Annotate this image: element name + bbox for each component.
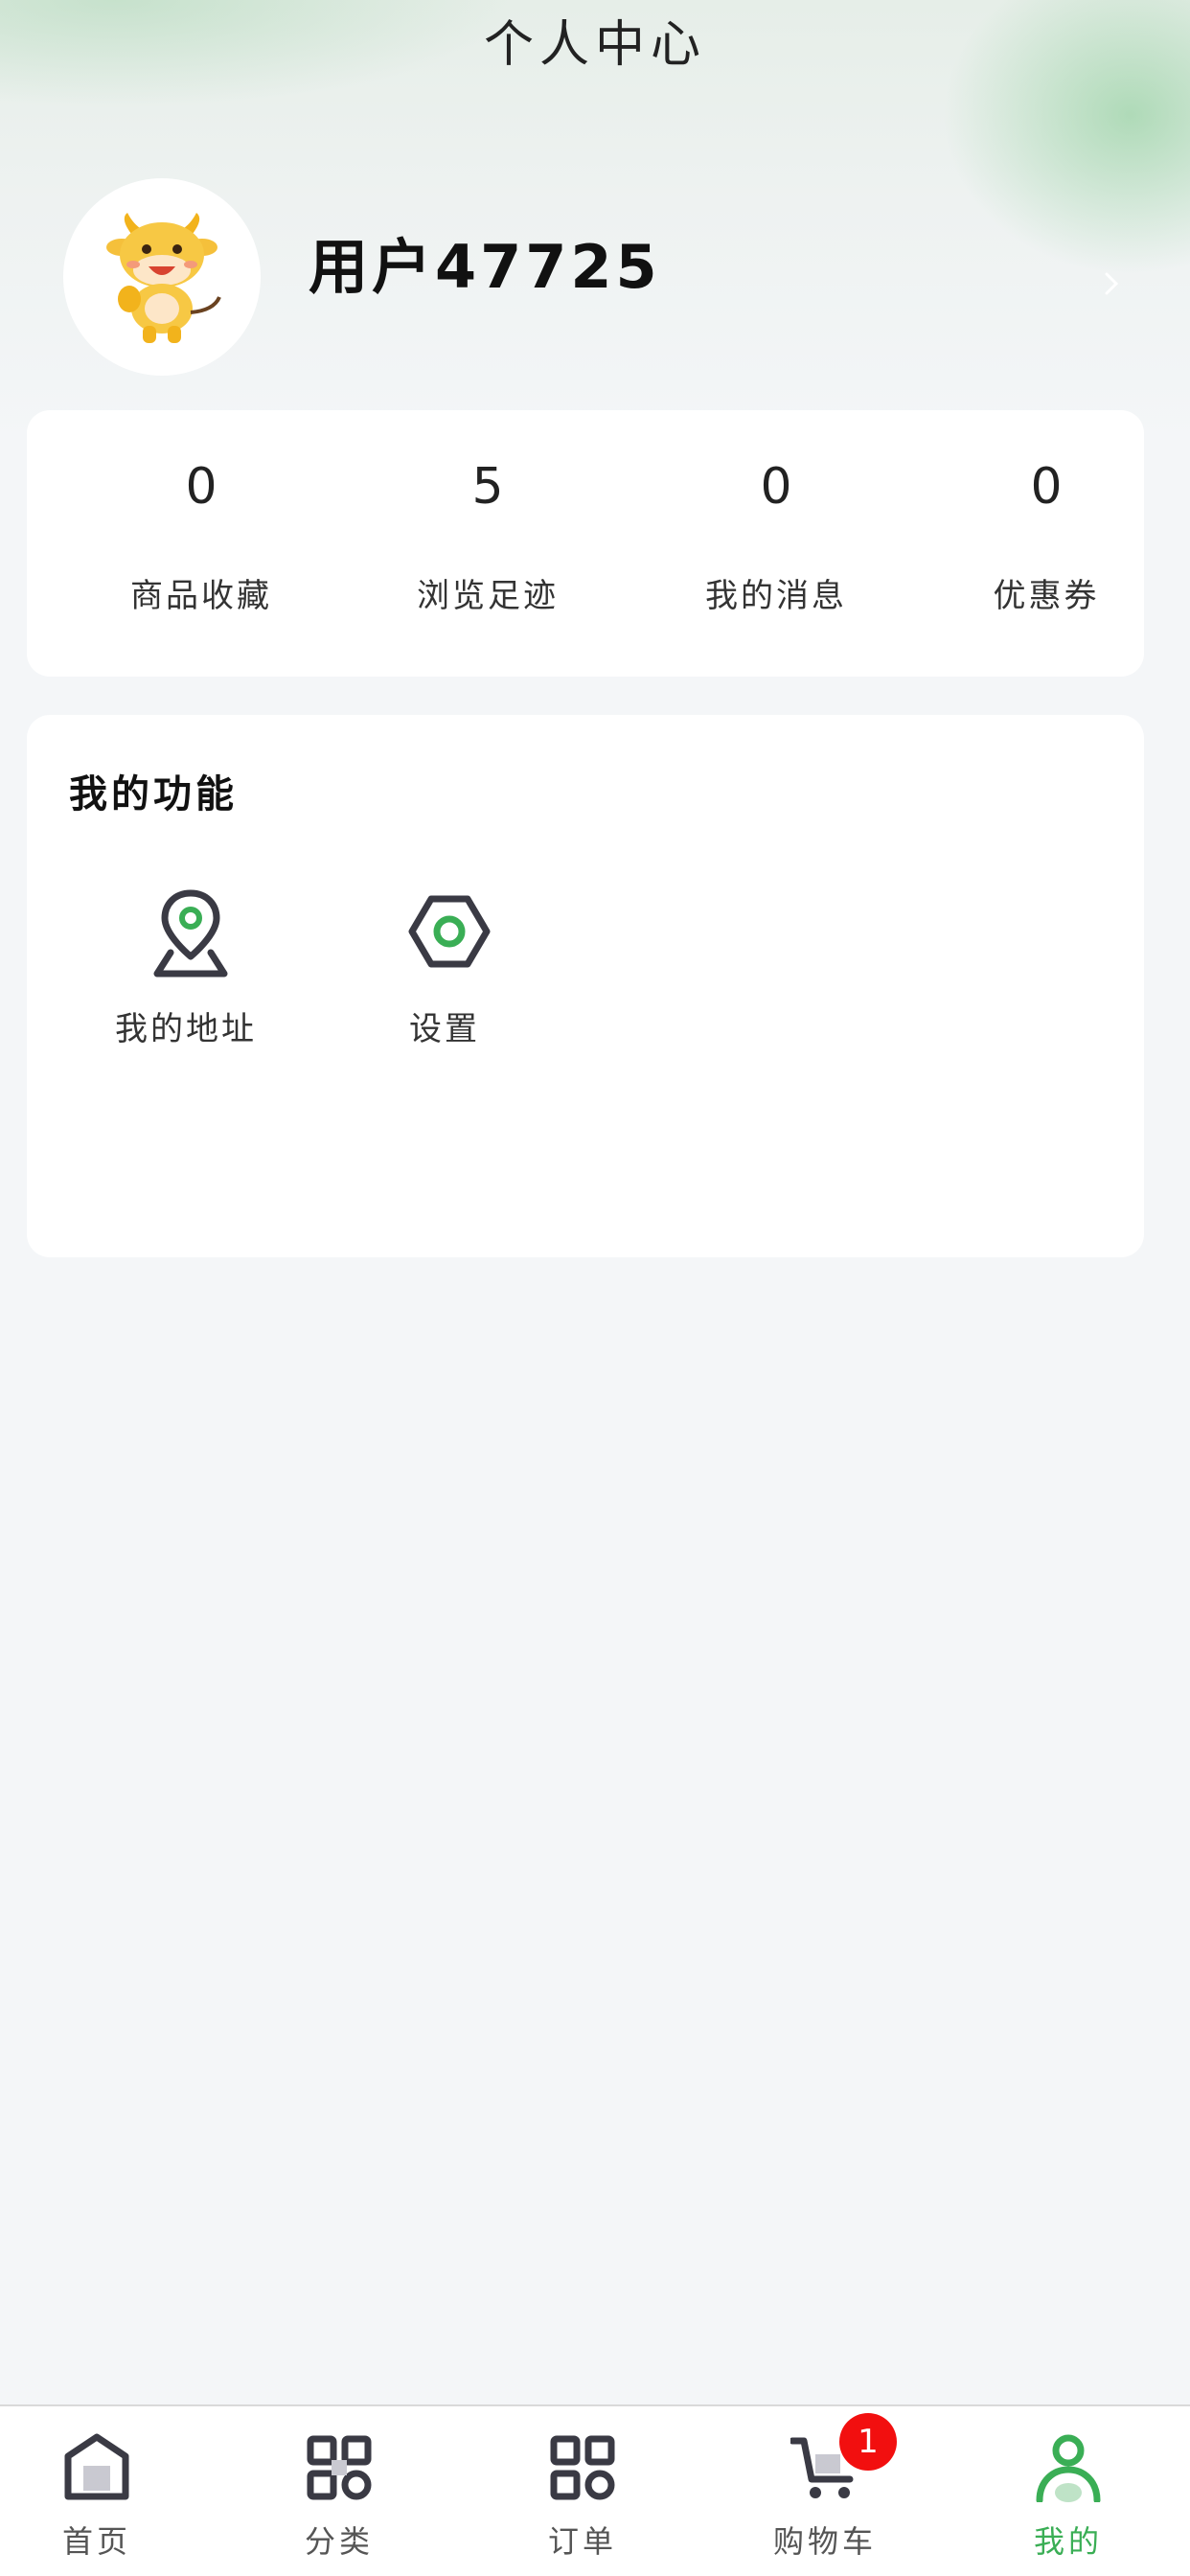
settings-hexagon-icon (408, 895, 491, 968)
username[interactable]: 用户47725 (309, 218, 661, 305)
settings-function[interactable]: 设置 (330, 886, 560, 1077)
stat-coupons[interactable]: 0 优惠券 (903, 410, 1190, 677)
tab-label: 我的 (1033, 2523, 1103, 2560)
stat-messages[interactable]: 0 我的消息 (632, 410, 920, 677)
functions-card: 我的功能 我的地址 设置 (27, 715, 1144, 1257)
stats-card: 0 商品收藏 5 浏览足迹 0 我的消息 0 优惠券 (27, 410, 1144, 677)
stat-label: 商品收藏 (130, 577, 272, 615)
stat-history[interactable]: 5 浏览足迹 (344, 410, 631, 677)
home-icon (64, 2433, 129, 2500)
tab-label: 首页 (61, 2523, 131, 2560)
cart-badge: 1 (839, 2413, 897, 2471)
stat-favorites[interactable]: 0 商品收藏 (57, 410, 345, 677)
tab-label: 购物车 (772, 2523, 877, 2560)
stat-label: 浏览足迹 (417, 577, 559, 615)
tab-bar: 首页 分类 订单 购物车 我的 (0, 2404, 1190, 2576)
stat-value: 5 (471, 458, 504, 516)
tab-label: 订单 (547, 2523, 617, 2560)
tab-category[interactable]: 分类 (243, 2406, 435, 2576)
stat-value: 0 (185, 458, 217, 516)
stat-value: 0 (760, 458, 792, 516)
tab-mine[interactable]: 我的 (973, 2406, 1164, 2576)
page-title: 个人中心 (483, 16, 706, 74)
tab-home[interactable]: 首页 (1, 2406, 193, 2576)
functions-title: 我的功能 (69, 772, 238, 816)
tab-label: 分类 (304, 2523, 374, 2560)
cow-mascot-icon (106, 213, 221, 343)
chevron-right-icon[interactable] (1098, 270, 1125, 297)
category-grid-icon (307, 2435, 372, 2500)
stat-label: 优惠券 (993, 577, 1100, 615)
address-function[interactable]: 我的地址 (71, 886, 301, 1077)
user-icon (1036, 2434, 1101, 2502)
order-grid-icon (550, 2435, 615, 2500)
stat-value: 0 (1030, 458, 1063, 516)
location-pin-icon (153, 889, 228, 978)
tab-orders[interactable]: 订单 (487, 2406, 678, 2576)
address-label: 我的地址 (115, 1010, 257, 1048)
avatar[interactable] (63, 178, 261, 376)
settings-label: 设置 (409, 1010, 480, 1048)
stat-label: 我的消息 (705, 577, 847, 615)
